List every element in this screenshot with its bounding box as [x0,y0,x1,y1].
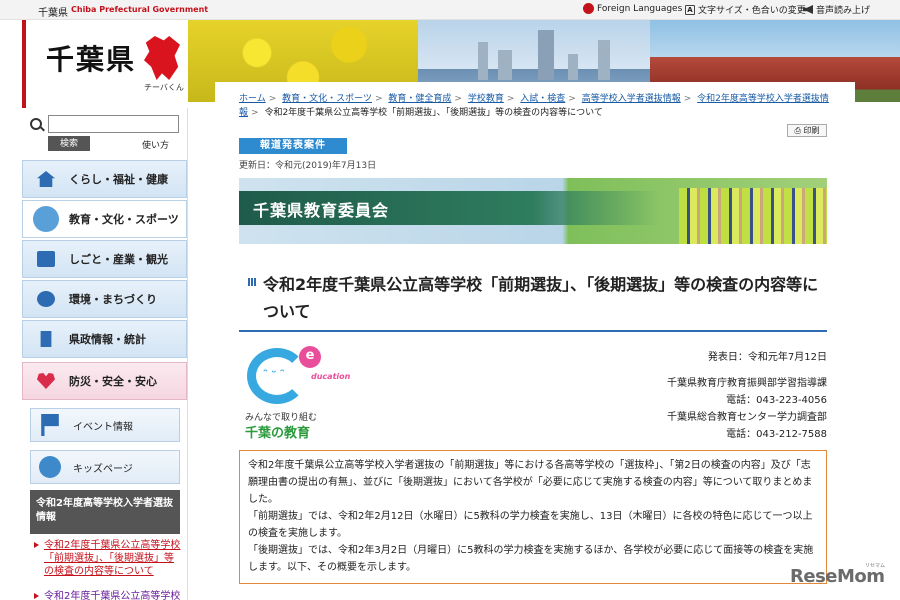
breadcrumb-item[interactable]: 教育・文化・スポーツ [282,94,372,104]
printer-icon: ⎙ [794,126,801,135]
left-sidebar: 千葉県 チーバくん 検索 使い方 くらし・福祉・健康 教育・文化・スポーツ しご… [22,20,188,600]
pencil-icon [33,206,59,232]
resemom-watermark: ReseMom [790,566,885,587]
sidebar-link-current[interactable]: 令和2年度千葉県公立高等学校「前期選抜」、「後期選抜」等の検査の内容等について [32,539,182,578]
top-utility-bar: 千葉県 Chiba Prefectural Government Foreign… [0,0,900,20]
house-icon [37,171,55,187]
nav-work-industry-tourism[interactable]: しごと・産業・観光 [22,240,187,278]
smile-face-icon: ᵔ ᵕ ᵔ [263,368,285,379]
mascot-name: チーバくん [144,83,184,92]
summary-paragraph: 「前期選抜」では、令和2年2月12日（水曜日）に5教科の学力検査を実施し、13日… [248,511,813,539]
search-icon [30,118,42,130]
breadcrumb-item[interactable]: ホーム [239,94,266,104]
read-aloud-link[interactable]: 音声読み上げ [803,3,870,16]
nav-living-welfare-health[interactable]: くらし・福祉・健康 [22,160,187,198]
font-size-icon: A [685,4,695,15]
prefecture-name: 千葉県 [38,8,68,19]
contact-department-1: 千葉県教育庁教育振興部学習指導課 [667,378,827,389]
logo-name: 千葉の教育 [245,426,311,441]
nav-kids-page[interactable]: キッズページ [30,450,180,484]
briefcase-icon [37,251,55,267]
nav-prefectural-info-stats[interactable]: 県政情報・統計 [22,320,187,358]
board-of-education-hero: 千葉県教育委員会 [239,178,827,244]
title-divider [239,330,827,332]
search-help-link[interactable]: 使い方 [142,138,169,151]
kid-face-icon [39,456,61,478]
search-input[interactable] [48,115,179,133]
foreign-languages-link[interactable]: Foreign Languages [583,3,682,14]
page-title: 令和2年度千葉県公立高等学校「前期選抜」、「後期選抜」等の検査の内容等について [263,275,819,321]
updated-date: 更新日：令和元(2019)年7月13日 [239,161,377,171]
print-button[interactable]: ⎙ 印刷 [787,124,827,137]
nav-event-info[interactable]: イベント情報 [30,408,180,442]
title-marker-icon [248,278,256,286]
education-word: ducation [311,372,351,381]
breadcrumb-item[interactable]: 高等学校入学者選抜情報 [582,94,681,104]
hero-title: 千葉県教育委員会 [253,201,390,220]
main-content: ホーム > 教育・文化・スポーツ > 教育・健全育成 > 学校教育 > 入試・検査 > 高… [215,82,855,600]
sidebar-link[interactable]: 令和2年度千葉県公立高等学校 [32,590,182,600]
site-logo[interactable]: 千葉県 チーバくん [22,20,188,108]
building-icon [40,331,52,347]
speaker-icon [803,5,813,14]
chiba-kun-mascot-icon [144,36,180,80]
summary-paragraph: 令和2年度千葉県公立高等学校入学者選抜の「前期選抜」等における各高等学校の「選抜… [248,460,813,505]
logo-text: 千葉県 [46,43,137,76]
education-e-icon: e [299,346,321,368]
nav-environment-urban[interactable]: 環境・まちづくり [22,280,187,318]
summary-paragraph: 「後期選抜」では、令和2年3月2日（月曜日）に5教科の学力検査を実施するほか、各… [248,545,814,573]
flag-icon [41,414,59,436]
heart-icon [37,373,55,389]
breadcrumb-item[interactable]: 学校教育 [468,94,504,104]
nav-disaster-safety[interactable]: 防災・安全・安心 [22,362,187,400]
sidebar-section-heading: 令和2年度高等学校入学者選抜情報 [30,490,180,534]
breadcrumb-current: 令和2年度千葉県公立高等学校「前期選抜」、「後期選抜」等の検査の内容等について [264,108,603,118]
summary-box: 令和2年度千葉県公立高等学校入学者選抜の「前期選抜」等における各高等学校の「選抜… [239,450,827,584]
font-size-color-link[interactable]: A 文字サイズ・色合いの変更 [685,3,806,16]
announcement-date: 発表日：令和元年7月12日 [707,352,827,363]
students-photo [679,188,827,244]
nav-education-culture-sports[interactable]: 教育・文化・スポーツ [22,200,187,238]
contact-phone-1: 電話：043-223-4056 [726,395,827,406]
prefecture-english-name: Chiba Prefectural Government [71,5,209,14]
breadcrumb-item[interactable]: 入試・検査 [520,94,565,104]
contact-department-2: 千葉県総合教育センター学力調査部 [667,412,827,423]
globe-icon [583,3,594,14]
chiba-education-logo: ᵔ ᵕ ᵔ e ducation みんなで取り組む 千葉の教育 [245,344,350,441]
breadcrumb-item[interactable]: 教育・健全育成 [388,94,451,104]
search-button[interactable]: 検索 [48,136,90,151]
weather-icon [37,291,55,307]
contact-phone-2: 電話：043-212-7588 [726,429,827,440]
breadcrumb: ホーム > 教育・文化・スポーツ > 教育・健全育成 > 学校教育 > 入試・検査 > 高… [239,94,829,118]
press-release-badge: 報道発表案件 [239,138,347,154]
